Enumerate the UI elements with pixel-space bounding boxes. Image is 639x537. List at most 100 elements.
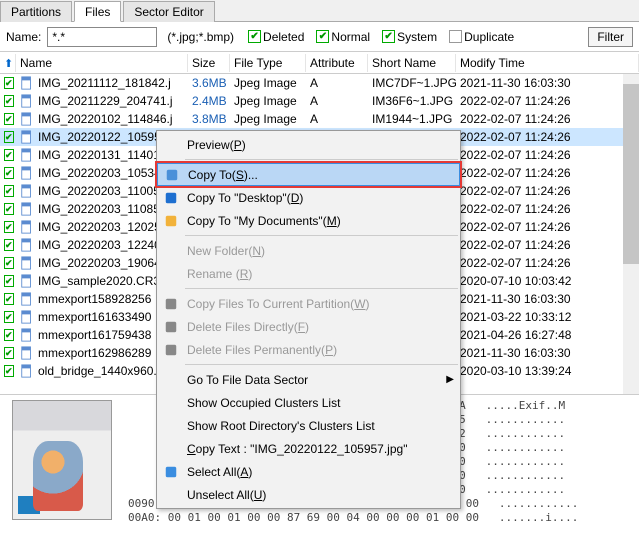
table-row[interactable]: ✔IMG_20211229_204741.j2.4MBJpeg ImageAIM… [0, 92, 639, 110]
row-checkbox[interactable]: ✔ [4, 239, 14, 251]
context-menu: Preview(P) Copy To(S)... Copy To "Desktop"… [156, 130, 461, 509]
file-name: old_bridge_1440x960. [38, 364, 157, 378]
file-icon [20, 328, 34, 342]
file-name: IMG_20220131_11401 [38, 148, 160, 162]
file-name: IMG_20220203_12240 [38, 238, 161, 252]
row-checkbox[interactable]: ✔ [4, 167, 14, 179]
file-icon [20, 310, 34, 324]
menu-label: Rename (R) [187, 267, 252, 281]
file-name: IMG_20220203_10534 [38, 166, 161, 180]
tab-partitions[interactable]: Partitions [0, 1, 72, 22]
check-deleted[interactable]: ✔Deleted [248, 30, 304, 44]
file-type: Jpeg Image [230, 76, 306, 90]
table-row[interactable]: ✔IMG_20211112_181842.j3.6MBJpeg ImageAIM… [0, 74, 639, 92]
menu-newfolder: New Folder(N) [157, 239, 460, 262]
desktop-icon [163, 190, 179, 206]
file-time: 2021-03-22 10:33:12 [456, 310, 639, 324]
col-check[interactable]: ⬆ [0, 54, 16, 72]
row-checkbox[interactable]: ✔ [4, 185, 14, 197]
file-type: Jpeg Image [230, 112, 306, 126]
tab-bar: Partitions Files Sector Editor [0, 0, 639, 22]
filter-button[interactable]: Filter [588, 27, 633, 47]
up-arrow-icon[interactable]: ⬆ [4, 58, 13, 70]
file-time: 2022-02-07 11:24:26 [456, 166, 639, 180]
delete-icon [163, 342, 179, 358]
file-shortname: IM36F6~1.JPG [368, 94, 456, 108]
menu-label: Copy To(S)... [188, 168, 258, 182]
row-checkbox[interactable]: ✔ [4, 131, 14, 143]
thumbnail-image [12, 400, 112, 520]
row-checkbox[interactable]: ✔ [4, 77, 14, 89]
menu-label: Delete Files Directly(F) [187, 320, 309, 334]
menu-label: Show Root Directory's Clusters List [187, 419, 375, 433]
menu-copydesk[interactable]: Copy To "Desktop"(D) [157, 186, 460, 209]
file-name: IMG_20220122_10595 [38, 130, 161, 144]
file-time: 2022-02-07 11:24:26 [456, 184, 639, 198]
file-name: mmexport161759438 [38, 328, 151, 342]
file-icon [20, 94, 34, 108]
menu-copytxt[interactable]: Copy Text : "IMG_20220122_105957.jpg" [157, 437, 460, 460]
row-checkbox[interactable]: ✔ [4, 311, 14, 323]
row-checkbox[interactable]: ✔ [4, 149, 14, 161]
tab-sector-editor[interactable]: Sector Editor [123, 1, 214, 22]
file-time: 2022-02-07 11:24:26 [456, 220, 639, 234]
menu-label: Select All(A) [187, 465, 252, 479]
menu-copydocs[interactable]: Copy To "My Documents"(M) [157, 209, 460, 232]
tab-files[interactable]: Files [74, 1, 121, 22]
row-checkbox[interactable]: ✔ [4, 221, 14, 233]
pattern-hint: (*.jpg;*.bmp) [167, 30, 234, 44]
col-filetype[interactable]: File Type [230, 54, 306, 72]
menu-label: Unselect All(U) [187, 488, 266, 502]
check-normal[interactable]: ✔Normal [316, 30, 370, 44]
table-row[interactable]: ✔IMG_20220102_114846.j3.8MBJpeg ImageAIM… [0, 110, 639, 128]
menu-gotosec[interactable]: Go To File Data Sector▶ [157, 368, 460, 391]
menu-delp: Delete Files Permanently(P) [157, 338, 460, 361]
menu-copycur: Copy Files To Current Partition(W) [157, 292, 460, 315]
row-checkbox[interactable]: ✔ [4, 329, 14, 341]
paste-icon [163, 296, 179, 312]
row-checkbox[interactable]: ✔ [4, 95, 14, 107]
check-duplicate[interactable]: Duplicate [449, 30, 514, 44]
menu-rootlist[interactable]: Show Root Directory's Clusters List [157, 414, 460, 437]
menu-selall[interactable]: Select All(A) [157, 460, 460, 483]
file-icon [20, 184, 34, 198]
scrollbar[interactable] [623, 74, 639, 394]
col-shortname[interactable]: Short Name [368, 54, 456, 72]
menu-label: Copy Files To Current Partition(W) [187, 297, 370, 311]
file-icon [20, 76, 34, 90]
delete-icon [163, 319, 179, 335]
row-checkbox[interactable]: ✔ [4, 293, 14, 305]
col-modifytime[interactable]: Modify Time [456, 54, 639, 72]
row-checkbox[interactable]: ✔ [4, 203, 14, 215]
name-pattern-input[interactable] [47, 27, 157, 47]
check-system[interactable]: ✔System [382, 30, 437, 44]
menu-copyto[interactable]: Copy To(S)... [157, 163, 460, 186]
file-attr: A [306, 76, 368, 90]
file-icon [20, 202, 34, 216]
file-icon [20, 346, 34, 360]
row-checkbox[interactable]: ✔ [4, 365, 14, 377]
menu-label: Copy To "Desktop"(D) [187, 191, 303, 205]
file-icon [20, 166, 34, 180]
row-checkbox[interactable]: ✔ [4, 113, 14, 125]
col-name[interactable]: Name [16, 54, 188, 72]
file-time: 2022-02-07 11:24:26 [456, 112, 639, 126]
file-attr: A [306, 112, 368, 126]
file-name: mmexport162986289 [38, 346, 151, 360]
file-type: Jpeg Image [230, 94, 306, 108]
col-size[interactable]: Size [188, 54, 230, 72]
file-time: 2022-02-07 11:24:26 [456, 256, 639, 270]
menu-unsel[interactable]: Unselect All(U) [157, 483, 460, 506]
row-checkbox[interactable]: ✔ [4, 347, 14, 359]
menu-occlist[interactable]: Show Occupied Clusters List [157, 391, 460, 414]
file-icon [20, 148, 34, 162]
file-time: 2021-11-30 16:03:30 [456, 292, 639, 306]
row-checkbox[interactable]: ✔ [4, 257, 14, 269]
menu-preview[interactable]: Preview(P) [157, 133, 460, 156]
grid-header: ⬆ Name Size File Type Attribute Short Na… [0, 52, 639, 74]
file-name: IMG_20220102_114846.j [38, 112, 173, 126]
col-attribute[interactable]: Attribute [306, 54, 368, 72]
row-checkbox[interactable]: ✔ [4, 275, 14, 287]
file-time: 2022-02-07 11:24:26 [456, 202, 639, 216]
file-time: 2022-02-07 11:24:26 [456, 148, 639, 162]
